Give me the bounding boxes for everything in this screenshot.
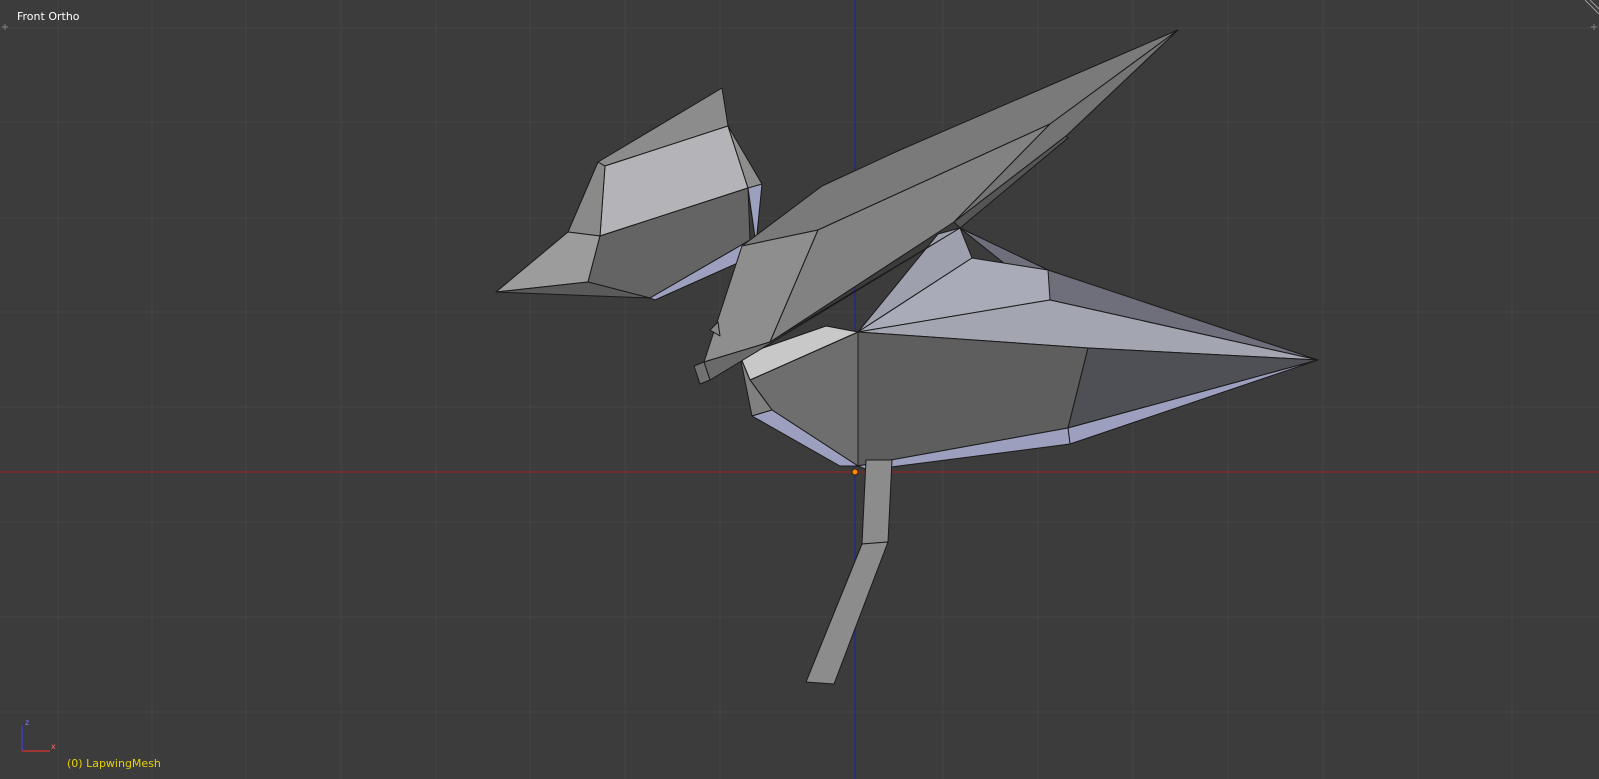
z-axis-label: z xyxy=(25,718,29,727)
lapwing-mesh xyxy=(495,29,1319,685)
view-name-label: Front Ortho xyxy=(17,10,80,23)
active-object-label: (0) LapwingMesh xyxy=(67,757,161,770)
axis-gizmo: z x xyxy=(21,718,56,752)
3d-viewport[interactable]: Front Ortho + + z x (0) LapwingMesh xyxy=(0,0,1599,779)
area-split-icon[interactable] xyxy=(1581,0,1599,14)
viewport-grid xyxy=(0,0,1599,779)
x-axis-label: x xyxy=(51,742,56,751)
plus-icon[interactable]: + xyxy=(0,23,10,33)
plus-icon[interactable]: + xyxy=(1589,23,1599,33)
origin-point xyxy=(851,468,859,476)
